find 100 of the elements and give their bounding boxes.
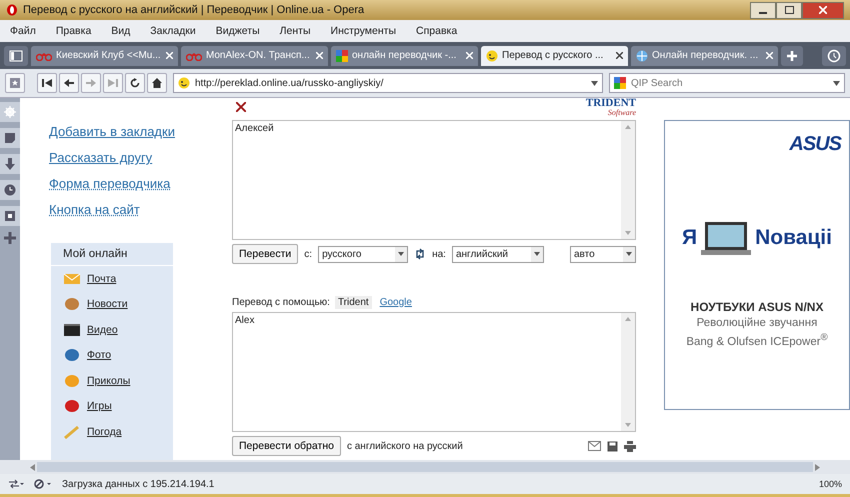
scroll-left-icon[interactable] — [30, 464, 35, 470]
smiley-icon — [178, 77, 190, 89]
globe-icon — [636, 50, 648, 62]
menu-item[interactable]: Закладки — [150, 25, 196, 37]
panel-title: Мой онлайн — [51, 243, 173, 266]
horizontal-scrollbar[interactable] — [0, 460, 850, 474]
sidebar-link[interactable]: Кнопка на сайт — [49, 202, 140, 217]
clock-icon — [4, 184, 16, 196]
forward-arrow-icon — [86, 78, 96, 88]
close-button[interactable] — [802, 2, 844, 18]
menu-item[interactable]: Ленты — [280, 25, 311, 37]
new-tab-button[interactable] — [781, 46, 803, 66]
source-text-area[interactable]: Алексей — [232, 120, 636, 240]
service-link[interactable]: Видео — [87, 324, 118, 336]
fast-forward-icon — [108, 78, 118, 88]
notes-button[interactable] — [0, 128, 20, 148]
swap-arrows-icon[interactable] — [414, 248, 426, 260]
slogan-text: Nоваціі — [755, 226, 832, 250]
menu-item[interactable]: Инструменты — [330, 25, 396, 37]
panel-toggle-button[interactable] — [4, 46, 28, 66]
translate-back-button[interactable]: Перевести обратно — [232, 436, 341, 456]
closed-tabs-button[interactable] — [822, 46, 846, 66]
slogan-text: Я — [682, 226, 698, 250]
save-icon[interactable] — [607, 440, 618, 452]
plus-icon — [786, 50, 798, 62]
via-label: Перевод с помощью: — [232, 296, 330, 308]
to-label: на: — [432, 248, 446, 260]
service-link[interactable]: Почта — [87, 272, 116, 285]
dropdown-arrow-icon — [398, 252, 404, 256]
service-link[interactable]: Игры — [87, 400, 112, 412]
status-text: Загрузка данных с 195.214.194.1 — [62, 478, 214, 490]
rewind-button[interactable] — [37, 73, 57, 93]
from-label: с: — [304, 248, 312, 260]
maximize-button[interactable] — [776, 2, 802, 18]
sidebar-link[interactable]: Форма переводчика — [49, 176, 170, 191]
block-icon[interactable] — [34, 479, 52, 489]
tab-close-icon[interactable] — [616, 52, 623, 59]
brand-logo: ASUS — [789, 133, 841, 156]
search-field[interactable]: QIP Search — [609, 73, 845, 93]
reload-icon — [130, 78, 140, 88]
browser-tab[interactable]: онлайн переводчик -... — [331, 46, 478, 66]
service-link[interactable]: Погода — [87, 426, 122, 438]
envelope-icon[interactable] — [588, 441, 601, 451]
address-field[interactable]: http://pereklad.online.ua/russko-angliyskiy/ — [173, 73, 603, 93]
panel-icon — [9, 50, 23, 62]
downloads-button[interactable] — [0, 154, 20, 174]
google-icon — [614, 77, 626, 89]
engine-option[interactable]: Trident — [334, 296, 372, 308]
laptop-drawing — [701, 220, 752, 256]
menu-item[interactable]: Справка — [416, 25, 458, 37]
dropdown-arrow-icon[interactable] — [833, 81, 840, 86]
dropdown-arrow-icon[interactable] — [591, 80, 598, 86]
google-icon — [336, 50, 348, 62]
close-icon — [819, 6, 827, 14]
engine-option[interactable]: Google — [376, 296, 415, 308]
add-panel-icon[interactable] — [4, 232, 16, 244]
asus-ad-banner[interactable]: ASUS Я Nоваціі НОУТБУКИ ASUS N/NX Революційне звучання Bang & Olufsen ICEpower$^{®}$ — [664, 120, 850, 410]
opera-logo-icon — [6, 4, 18, 16]
mail-icon — [63, 272, 81, 286]
history-button[interactable] — [0, 180, 20, 200]
zoom-level[interactable]: 100% — [818, 479, 842, 489]
menu-item[interactable]: Вид — [111, 25, 130, 37]
browser-tab[interactable]: Киевский Клуб <<Mu... — [31, 46, 178, 66]
translate-button[interactable]: Перевести — [232, 244, 298, 264]
scroll-right-icon[interactable] — [815, 464, 820, 470]
menu-item[interactable]: Файл — [10, 25, 36, 37]
from-language-select[interactable]: русского — [318, 246, 408, 262]
reload-button[interactable] — [125, 73, 145, 93]
sidebar-link[interactable]: Добавить в закладки — [49, 124, 175, 139]
service-link[interactable]: Фото — [87, 349, 112, 362]
sidebar-link[interactable]: Рассказать другу — [49, 150, 152, 165]
settings-icon — [4, 106, 16, 118]
to-language-select[interactable]: английский — [452, 246, 544, 262]
browser-tab[interactable]: MonAlex-ON. Трансп... — [181, 46, 328, 66]
dropdown-arrow-icon — [534, 252, 540, 256]
service-link[interactable]: Новости — [87, 298, 128, 310]
result-text-area[interactable]: Alex — [232, 312, 636, 432]
home-icon — [152, 78, 162, 88]
menu-item[interactable]: Виджеты — [216, 25, 260, 37]
minimize-button[interactable] — [750, 2, 776, 18]
bookmark-icon — [4, 210, 16, 222]
bookmark-panel-button[interactable] — [5, 73, 25, 93]
network-icon[interactable] — [8, 479, 24, 489]
direction-label: с английского на русский — [346, 440, 463, 452]
note-icon — [4, 132, 16, 144]
menu-item[interactable]: Правка — [56, 25, 92, 37]
window-title: Перевод с русского на английский | Переводчик | Online.ua - Opera — [23, 4, 364, 16]
mode-select[interactable]: авто — [570, 246, 636, 262]
browser-tab[interactable]: Онлайн переводчик. ... — [631, 46, 778, 66]
trident-logo: TRIDENT Software — [586, 98, 636, 117]
maximize-icon — [784, 6, 794, 14]
browser-tab[interactable]: Перевод с русского ... — [481, 46, 628, 66]
bookmarks-button[interactable] — [0, 206, 20, 226]
back-button[interactable] — [59, 73, 79, 93]
service-link[interactable]: Приколы — [87, 374, 130, 387]
clear-x-icon[interactable] — [236, 102, 246, 112]
video-icon — [63, 322, 81, 337]
home-button[interactable] — [147, 73, 167, 93]
clock-icon — [827, 48, 841, 62]
print-icon[interactable] — [624, 440, 636, 452]
